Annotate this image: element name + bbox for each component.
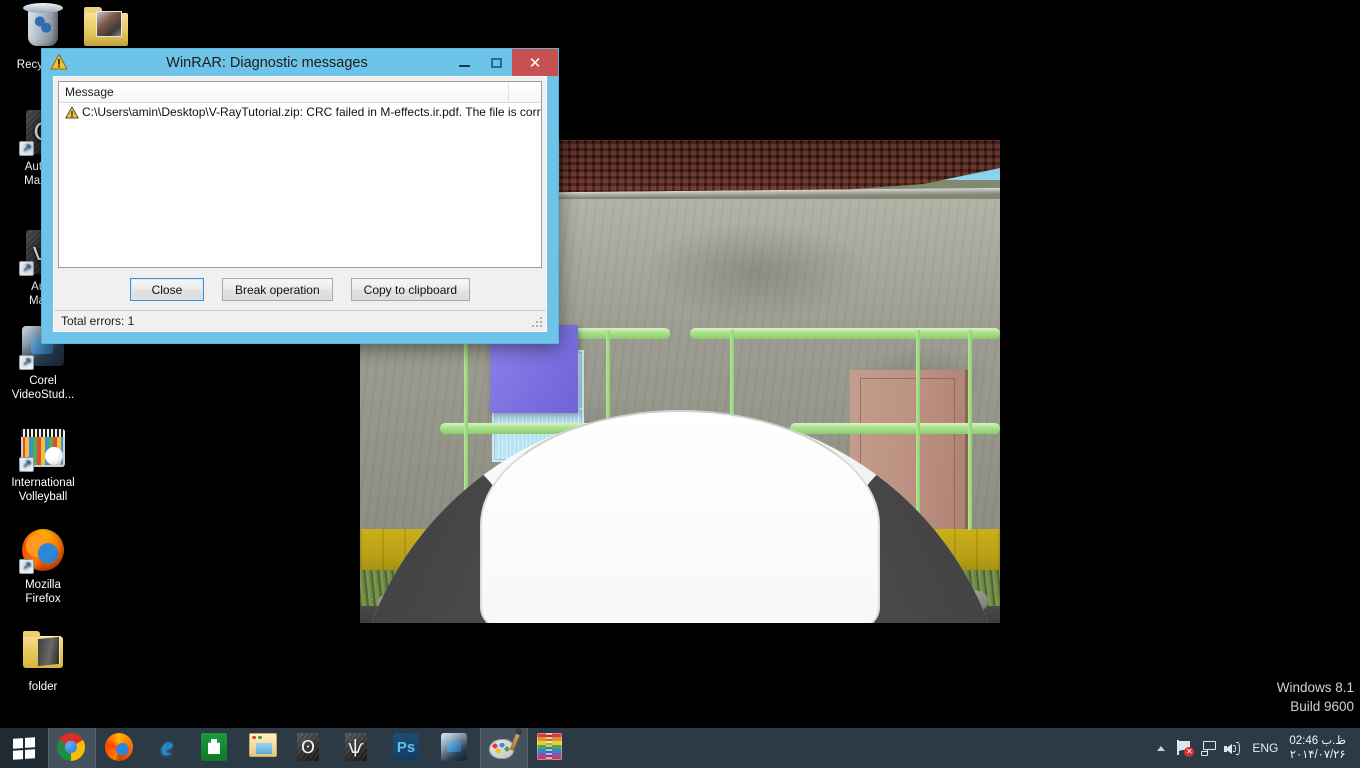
- system-tray[interactable]: ✕ ENG 02:46 ظ.ب ۲۰۱۴/۰۷/۲۶: [1149, 728, 1360, 768]
- firefox-icon: [105, 733, 135, 763]
- shortcut-arrow-icon: ↗: [19, 141, 34, 156]
- dialog-body: Message C:\Users\amin\Desktop\V-RayTutor…: [53, 76, 547, 332]
- show-hidden-icons-button[interactable]: [1149, 728, 1173, 768]
- taskbar-items[interactable]: e ʘ ѱ Ps: [48, 728, 576, 768]
- folder-icon: [84, 2, 130, 50]
- winrar-icon: [537, 733, 567, 763]
- watermark-line-2: Build 9600: [1290, 699, 1354, 714]
- volume-icon: [1224, 741, 1242, 756]
- shortcut-arrow-icon: ↗: [19, 261, 34, 276]
- shortcut-arrow-icon: ↗: [19, 355, 34, 370]
- file-explorer-icon: [249, 733, 279, 763]
- desktop[interactable]: Recycle… ʘ ↗ Autode Max 20 ѱ ↗ Auto Maya…: [0, 0, 1360, 768]
- desktop-icon-label-line1: Corel: [29, 375, 57, 387]
- taskbar-item-firefox[interactable]: [96, 728, 144, 768]
- taskbar-item-maya[interactable]: ѱ: [336, 728, 384, 768]
- clock[interactable]: 02:46 ظ.ب ۲۰۱۴/۰۷/۲۶: [1285, 734, 1354, 762]
- taskbar-item-photoshop[interactable]: Ps: [384, 728, 432, 768]
- volleyball-game-icon: ↗: [19, 424, 67, 472]
- language-indicator[interactable]: ENG: [1245, 741, 1285, 755]
- render-railing: [690, 328, 1000, 339]
- message-list[interactable]: Message C:\Users\amin\Desktop\V-RayTutor…: [58, 81, 542, 269]
- taskbar-item-file-explorer[interactable]: [240, 728, 288, 768]
- taskbar-item-internet-explorer[interactable]: e: [144, 728, 192, 768]
- close-button[interactable]: Close: [129, 278, 204, 302]
- taskbar[interactable]: e ʘ ѱ Ps ✕ ENG 02:46 ظ.ب ۲۰۱۴/۰۷/۲۶: [0, 728, 1360, 768]
- desktop-icon-label-line2: Firefox: [25, 593, 61, 605]
- clock-time: 02:46 ظ.ب: [1289, 735, 1346, 747]
- dialog-statusbar: Total errors: 1: [54, 310, 546, 331]
- dialog-button-row: Close Break operation Copy to clipboard: [54, 268, 546, 310]
- desktop-icon-label: folder: [28, 681, 58, 693]
- taskbar-item-store[interactable]: [192, 728, 240, 768]
- folder-icon: [19, 628, 67, 676]
- desktop-icon-label-line1: International: [11, 477, 75, 489]
- network-button[interactable]: [1197, 728, 1221, 768]
- column-header-spare[interactable]: [509, 82, 541, 102]
- close-button[interactable]: ✕: [512, 49, 558, 76]
- desktop-icon-label-line1: Mozilla: [25, 579, 61, 591]
- internet-explorer-icon: e: [161, 732, 173, 761]
- window-controls[interactable]: ✕: [448, 49, 558, 76]
- taskbar-item-winrar[interactable]: [528, 728, 576, 768]
- windows-logo-icon: [13, 736, 35, 760]
- shortcut-arrow-icon: ↗: [19, 457, 34, 472]
- message-list-header: Message: [59, 82, 541, 103]
- break-operation-button[interactable]: Break operation: [221, 278, 333, 302]
- resize-grip[interactable]: [531, 317, 543, 329]
- copy-to-clipboard-button[interactable]: Copy to clipboard: [350, 278, 471, 302]
- taskbar-item-corel[interactable]: [432, 728, 480, 768]
- desktop-icon-mozilla-firefox[interactable]: ↗ Mozilla Firefox: [0, 526, 86, 606]
- watermark-line-1: Windows 8.1: [1276, 680, 1354, 695]
- photoshop-icon: Ps: [393, 733, 423, 763]
- recycle-bin-icon: [19, 3, 67, 54]
- firefox-icon: ↗: [19, 526, 67, 574]
- corel-icon: [441, 733, 471, 763]
- desktop-icon-label-line2: Volleyball: [18, 491, 68, 503]
- 3ds-max-icon: ʘ: [297, 733, 327, 763]
- desktop-icon-folder-photo[interactable]: [82, 2, 132, 54]
- table-row[interactable]: C:\Users\amin\Desktop\V-RayTutorial.zip:…: [59, 103, 541, 121]
- dialog-titlebar[interactable]: WinRAR: Diagnostic messages ✕: [42, 49, 558, 76]
- network-icon: [1200, 740, 1218, 756]
- maximize-button[interactable]: [480, 49, 512, 76]
- action-center-flag-icon: ✕: [1177, 740, 1195, 757]
- paint-icon: [489, 731, 521, 763]
- ball-panel-white-top: [480, 410, 880, 623]
- shortcut-arrow-icon: ↗: [19, 559, 34, 574]
- taskbar-item-3ds-max[interactable]: ʘ: [288, 728, 336, 768]
- winrar-diagnostic-messages-dialog[interactable]: WinRAR: Diagnostic messages ✕ Message C:…: [41, 48, 559, 344]
- windows-store-icon: [201, 733, 231, 763]
- action-center-button[interactable]: ✕: [1173, 728, 1197, 768]
- desktop-icon-international-volleyball[interactable]: ↗ International Volleyball: [0, 424, 86, 504]
- message-text: C:\Users\amin\Desktop\V-RayTutorial.zip:…: [82, 105, 542, 119]
- windows-watermark: Windows 8.1 Build 9600: [1277, 678, 1354, 716]
- message-list-rows: C:\Users\amin\Desktop\V-RayTutorial.zip:…: [59, 103, 541, 267]
- minimize-button[interactable]: [448, 49, 480, 76]
- action-center-badge: ✕: [1184, 747, 1195, 757]
- clock-date: ۲۰۱۴/۰۷/۲۶: [1289, 749, 1346, 761]
- taskbar-item-chrome[interactable]: [48, 728, 96, 768]
- desktop-icon-label-line2: VideoStud...: [11, 389, 75, 401]
- desktop-icon-folder[interactable]: folder: [0, 628, 86, 694]
- maya-icon: ѱ: [345, 733, 375, 763]
- warning-triangle-icon: [65, 106, 79, 118]
- column-header-message[interactable]: Message: [59, 82, 509, 102]
- taskbar-item-paint[interactable]: [480, 728, 528, 768]
- start-button[interactable]: [0, 728, 48, 768]
- total-errors-text: Total errors: 1: [61, 314, 135, 329]
- chevron-up-icon: [1157, 745, 1166, 751]
- chrome-icon: [57, 733, 87, 763]
- volume-button[interactable]: [1221, 728, 1245, 768]
- warning-triangle-icon: [50, 54, 68, 70]
